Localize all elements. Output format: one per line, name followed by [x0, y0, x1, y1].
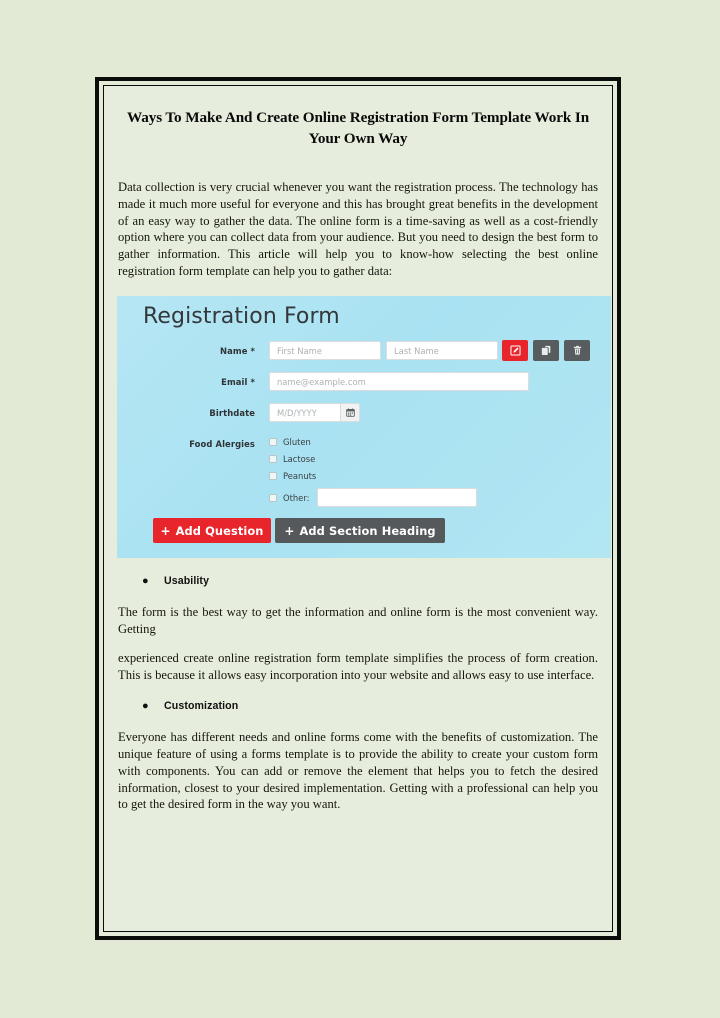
spacer-customization-1	[117, 712, 599, 729]
form-row-birthdate: Birthdate M/D/YYYY	[143, 403, 603, 423]
usability-paragraph-2: experienced create online registration f…	[118, 650, 598, 682]
other-label: Other:	[283, 492, 310, 503]
spacer-usability-2	[117, 638, 599, 650]
peanuts-checkbox[interactable]	[269, 472, 277, 481]
bullet-icon: ●	[142, 575, 149, 588]
add-question-button[interactable]: + Add Question	[153, 518, 271, 544]
allergy-option-gluten[interactable]: Gluten	[269, 437, 311, 447]
plus-icon-2: +	[284, 523, 295, 538]
page-title: Ways To Make And Create Online Registrat…	[126, 109, 590, 147]
add-section-heading-label: Add Section Heading	[299, 523, 436, 538]
intro-paragraph: Data collection is very crucial whenever…	[118, 180, 598, 278]
duplicate-icon	[541, 346, 550, 356]
add-section-heading-button[interactable]: + Add Section Heading	[275, 518, 445, 544]
first-name-input[interactable]: First Name	[269, 341, 381, 361]
plus-icon: +	[160, 523, 171, 538]
spacer-after-title	[117, 149, 599, 179]
allergy-option-lactose[interactable]: Lactose	[269, 454, 315, 464]
food-allergies-label: Food Alergies	[189, 439, 255, 450]
lactose-checkbox[interactable]	[269, 455, 277, 464]
document-body: Ways To Make And Create Online Registrat…	[104, 86, 612, 931]
customization-heading-label: Customization	[164, 700, 239, 713]
lactose-label: Lactose	[283, 454, 316, 465]
gluten-checkbox[interactable]	[269, 438, 277, 447]
email-label: Email *	[221, 376, 255, 387]
spacer-before-form-image	[117, 279, 599, 296]
edit-square-icon	[509, 345, 521, 356]
form-title: Registration Form	[143, 304, 340, 330]
form-row-email: Email * name@example.com	[143, 372, 603, 392]
edit-square-icon-button[interactable]	[502, 340, 528, 362]
gluten-label: Gluten	[283, 437, 311, 448]
section-heading-usability: ● Usability	[117, 575, 599, 587]
usability-paragraph-1: The form is the best way to get the info…	[118, 605, 598, 637]
trash-icon-button[interactable]	[564, 340, 590, 362]
allergy-option-peanuts[interactable]: Peanuts	[269, 471, 316, 481]
section-heading-customization: ● Customization	[117, 700, 599, 712]
spacer-after-form-image	[117, 558, 599, 575]
usability-heading-label: Usability	[164, 575, 210, 588]
email-input[interactable]: name@example.com	[269, 372, 529, 392]
add-question-label: Add Question	[175, 523, 264, 538]
form-row-name: Name * First Name Last Name	[143, 340, 603, 362]
calendar-icon-button[interactable]	[341, 403, 360, 423]
bullet-icon-2: ●	[142, 700, 149, 713]
other-allergy-input[interactable]	[317, 488, 478, 508]
document-page-frame: Ways To Make And Create Online Registrat…	[95, 77, 621, 940]
document-page-inner-border: Ways To Make And Create Online Registrat…	[103, 85, 613, 932]
customization-paragraph-1: Everyone has different needs and online …	[118, 730, 598, 812]
duplicate-icon-button[interactable]	[533, 340, 559, 362]
spacer-before-customization	[117, 683, 599, 700]
birthdate-input[interactable]: M/D/YYYY	[269, 403, 341, 423]
peanuts-label: Peanuts	[283, 471, 317, 482]
name-label: Name *	[220, 345, 255, 356]
registration-form-screenshot: Registration Form Name * First Name Last…	[117, 296, 611, 559]
trash-icon	[573, 346, 581, 356]
other-checkbox[interactable]	[269, 493, 277, 502]
last-name-input[interactable]: Last Name	[386, 341, 498, 361]
birthdate-label: Birthdate	[209, 407, 255, 418]
calendar-icon	[345, 408, 355, 418]
allergy-option-other[interactable]: Other:	[269, 488, 478, 508]
spacer-usability-1	[117, 587, 599, 604]
